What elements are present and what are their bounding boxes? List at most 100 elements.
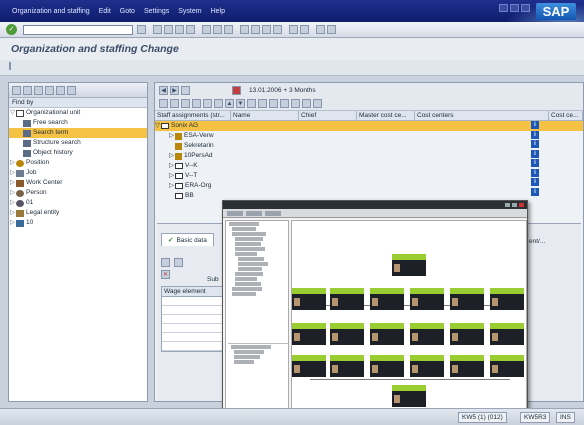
- info-icon[interactable]: i: [531, 130, 539, 139]
- org-chart-node[interactable]: [330, 323, 364, 345]
- detail-icon[interactable]: [170, 99, 179, 108]
- org-chart-node[interactable]: [410, 323, 444, 345]
- copy-icon[interactable]: [174, 258, 183, 267]
- tree-item-01[interactable]: ▷ 01: [9, 198, 147, 208]
- table-row[interactable]: ▽ Sonix AG: [155, 121, 583, 131]
- save-icon[interactable]: [153, 25, 162, 34]
- org-chart-icon[interactable]: [192, 99, 201, 108]
- column-header-cost-centers[interactable]: Cost centers: [415, 111, 549, 120]
- org-chart-node[interactable]: [490, 323, 524, 345]
- org-chart-node[interactable]: [292, 288, 326, 310]
- collapse-icon[interactable]: [45, 85, 54, 95]
- refresh-icon[interactable]: [23, 85, 32, 95]
- exit-icon[interactable]: [175, 25, 184, 34]
- org-chart-node[interactable]: [410, 355, 444, 377]
- filter-icon[interactable]: [56, 85, 65, 95]
- maximize-icon[interactable]: [512, 203, 517, 207]
- table-row[interactable]: ▷ V--K: [155, 161, 583, 171]
- back-icon[interactable]: [164, 25, 173, 34]
- settings-icon[interactable]: [67, 85, 76, 95]
- tree-item-legal-entity[interactable]: ▷ Legal entity: [9, 208, 147, 218]
- layout-icon[interactable]: [327, 25, 336, 34]
- graphics-icon[interactable]: [302, 99, 311, 108]
- org-chart-node[interactable]: [490, 288, 524, 310]
- org-chart-node[interactable]: [392, 254, 426, 276]
- org-chart-node[interactable]: [370, 288, 404, 310]
- menu-organization-and-staffing[interactable]: Organization and staffing: [12, 8, 90, 15]
- dropdown-icon[interactable]: [137, 25, 146, 34]
- column-header-chief[interactable]: Chief: [299, 111, 357, 120]
- table-row[interactable]: Sekretarin: [155, 141, 583, 151]
- info-icon[interactable]: i: [531, 149, 539, 158]
- tree-item-person[interactable]: ▷ Person: [9, 188, 147, 198]
- first-page-icon[interactable]: [240, 25, 249, 34]
- calendar-icon[interactable]: [232, 85, 241, 95]
- menu-edit[interactable]: Edit: [99, 8, 111, 15]
- search-icon[interactable]: [247, 99, 256, 108]
- column-header-master-cost-center[interactable]: Master cost ce...: [357, 111, 415, 120]
- menu-settings[interactable]: Settings: [144, 8, 169, 15]
- overlay-tab[interactable]: [246, 210, 262, 216]
- find-next-icon[interactable]: [224, 25, 233, 34]
- filter-icon[interactable]: [269, 99, 278, 108]
- sort-icon[interactable]: [258, 99, 267, 108]
- tree-item-free-search[interactable]: Free search: [9, 118, 147, 128]
- org-chart-node[interactable]: [330, 288, 364, 310]
- table-row[interactable]: ▷ 10PersAd: [155, 151, 583, 161]
- tree-item-organizational-unit[interactable]: ▽ Organizational unit: [9, 108, 147, 118]
- column-header-name[interactable]: Name: [231, 111, 299, 120]
- print-icon[interactable]: [202, 25, 211, 34]
- tree-item-search-term[interactable]: Search term: [9, 128, 147, 138]
- move-down-icon[interactable]: ▼: [236, 99, 245, 108]
- next-page-icon[interactable]: [262, 25, 271, 34]
- column-header-cost-center-2[interactable]: Cost ce...: [549, 111, 583, 120]
- tree-item-structure-search[interactable]: Structure search: [9, 138, 147, 148]
- org-chart-node[interactable]: [292, 355, 326, 377]
- help-icon[interactable]: [316, 25, 325, 34]
- layout-select-icon[interactable]: [203, 99, 212, 108]
- info-icon[interactable]: i: [531, 140, 539, 148]
- tree-item-job[interactable]: ▷ Job: [9, 168, 147, 178]
- tree-item-work-center[interactable]: ▷ Work Center: [9, 178, 147, 188]
- status-server[interactable]: KW5R3: [520, 412, 551, 423]
- table-row[interactable]: ▷ ERA-Org: [155, 181, 583, 191]
- command-field[interactable]: [23, 24, 133, 35]
- org-chart-node[interactable]: [370, 323, 404, 345]
- move-up-icon[interactable]: ▲: [225, 99, 234, 108]
- status-mode[interactable]: INS: [556, 412, 575, 423]
- print-icon[interactable]: [280, 99, 289, 108]
- table-row[interactable]: ▷ V--T: [155, 171, 583, 181]
- menu-goto[interactable]: Goto: [120, 8, 135, 15]
- spreadsheet-icon[interactable]: [313, 99, 322, 108]
- info-icon[interactable]: i: [531, 168, 539, 177]
- tree-item-position[interactable]: ▷ Position: [9, 158, 147, 168]
- overview-icon[interactable]: [181, 85, 190, 95]
- structure-icon[interactable]: [159, 99, 168, 108]
- column-header-staff-assignments[interactable]: Staff assignments (str...: [155, 111, 231, 120]
- org-chart-node[interactable]: [410, 288, 444, 310]
- org-chart-node[interactable]: [450, 355, 484, 377]
- export-icon[interactable]: [291, 99, 300, 108]
- org-chart-node[interactable]: [330, 355, 364, 377]
- next-arrow-icon[interactable]: ▶: [170, 85, 179, 95]
- brush-icon[interactable]: [9, 62, 11, 70]
- column-config-icon[interactable]: [214, 99, 223, 108]
- info-icon[interactable]: i: [531, 178, 539, 186]
- info-icon[interactable]: i: [531, 121, 539, 129]
- create-icon[interactable]: [161, 258, 170, 267]
- menu-system[interactable]: System: [178, 8, 201, 15]
- shortcut-icon[interactable]: [300, 25, 309, 34]
- close-icon[interactable]: [519, 203, 524, 207]
- tab-basic-data[interactable]: ✔ Basic data: [161, 233, 214, 246]
- new-session-icon[interactable]: [289, 25, 298, 34]
- expand-icon[interactable]: [34, 85, 43, 95]
- previous-page-icon[interactable]: [251, 25, 260, 34]
- find-icon[interactable]: [213, 25, 222, 34]
- org-chart-node[interactable]: [450, 288, 484, 310]
- org-chart-node[interactable]: [292, 323, 326, 345]
- toggle-icon[interactable]: [12, 85, 21, 95]
- delete-icon[interactable]: ✕: [161, 270, 170, 279]
- org-chart-node[interactable]: [392, 385, 426, 407]
- info-icon[interactable]: i: [531, 159, 539, 167]
- menu-help[interactable]: Help: [211, 8, 225, 15]
